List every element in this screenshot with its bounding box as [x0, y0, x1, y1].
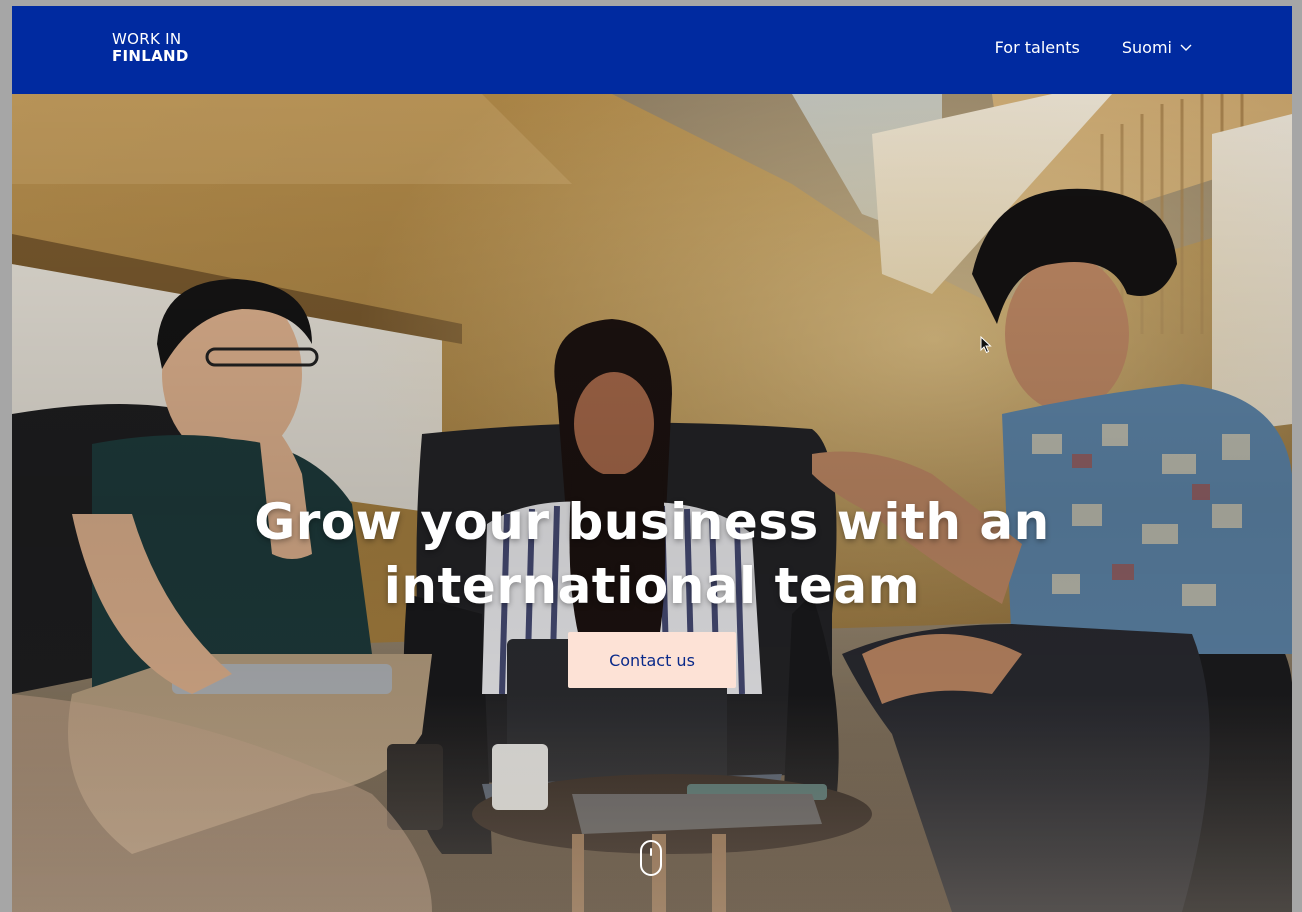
mouse-scroll-icon[interactable] — [640, 840, 662, 876]
logo-line-1: WORK IN — [112, 30, 182, 48]
work-in-finland-logo[interactable]: WORK IN FINLAND — [112, 31, 189, 65]
main-nav: For talents Suomi — [995, 38, 1192, 57]
hero-headline: Grow your business with an international… — [12, 490, 1292, 618]
logo-line-2: FINLAND — [112, 47, 189, 65]
browser-viewport: WORK IN FINLAND For talents Suomi Grow y… — [12, 6, 1292, 912]
language-label: Suomi — [1121, 38, 1172, 57]
chevron-down-icon — [1180, 44, 1192, 52]
cursor-icon — [980, 336, 992, 354]
headline-line-1: Grow your business with an — [254, 492, 1050, 551]
site-header: WORK IN FINLAND For talents Suomi — [12, 6, 1292, 94]
contact-us-button[interactable]: Contact us — [568, 632, 736, 688]
nav-link-for-talents[interactable]: For talents — [995, 38, 1080, 57]
headline-line-2: international team — [383, 556, 921, 615]
language-selector[interactable]: Suomi — [1122, 38, 1192, 57]
